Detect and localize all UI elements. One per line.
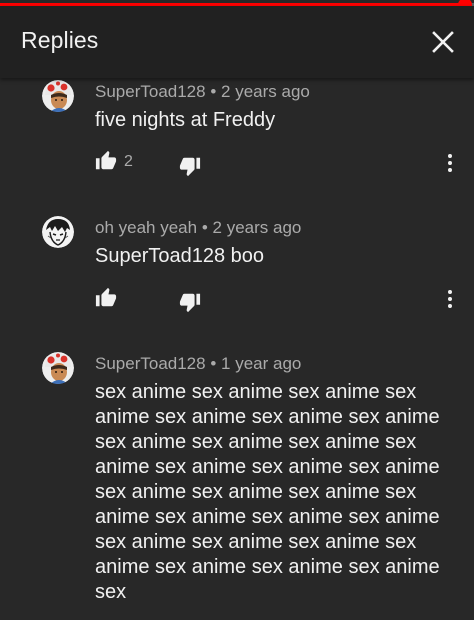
comment-author[interactable]: SuperToad128 — [95, 82, 206, 101]
more-options-button[interactable] — [440, 288, 460, 310]
thumbs-up-icon — [95, 287, 117, 307]
dislike-button[interactable] — [179, 291, 201, 313]
thumbs-down-icon — [179, 293, 201, 313]
like-count: 2 — [124, 153, 133, 170]
thumbs-down-icon — [179, 157, 201, 177]
toad-avatar[interactable] — [42, 80, 74, 112]
comment-meta: oh yeah yeah • 2 years ago — [95, 218, 301, 238]
dislike-button[interactable] — [179, 155, 201, 177]
comment-text: five nights at Freddy — [95, 109, 276, 131]
comment-text: SuperToad128 boo — [95, 245, 265, 267]
comment-meta: SuperToad128 • 1 year ago — [95, 354, 301, 374]
comment-age: 2 years ago — [212, 218, 302, 237]
meta-separator: • — [201, 218, 208, 237]
more-options-button[interactable] — [440, 152, 460, 174]
comment-author[interactable]: oh yeah yeah — [95, 218, 197, 237]
close-button[interactable] — [426, 25, 460, 59]
comment-age: 2 years ago — [221, 82, 310, 101]
close-icon — [432, 31, 454, 53]
like-button[interactable] — [95, 287, 117, 309]
comment-author[interactable]: SuperToad128 — [95, 354, 206, 373]
comment-text: sex anime sex anime sex anime sex anime … — [95, 381, 440, 603]
replies-panel: Replies SuperToad128 • 2 years ago five … — [0, 0, 474, 620]
more-vert-icon — [448, 290, 452, 308]
toad-avatar[interactable] — [42, 352, 74, 384]
more-vert-icon — [448, 154, 452, 172]
meta-separator: • — [210, 82, 217, 101]
thumbs-up-icon — [95, 150, 117, 170]
page-title: Replies — [21, 27, 99, 53]
like-button[interactable] — [95, 150, 117, 172]
manga-avatar[interactable] — [42, 216, 74, 248]
comment-meta: SuperToad128 • 2 years ago — [95, 82, 310, 102]
meta-separator: • — [210, 354, 217, 373]
comment-age: 1 year ago — [221, 354, 302, 373]
replies-header: Replies — [0, 6, 474, 78]
